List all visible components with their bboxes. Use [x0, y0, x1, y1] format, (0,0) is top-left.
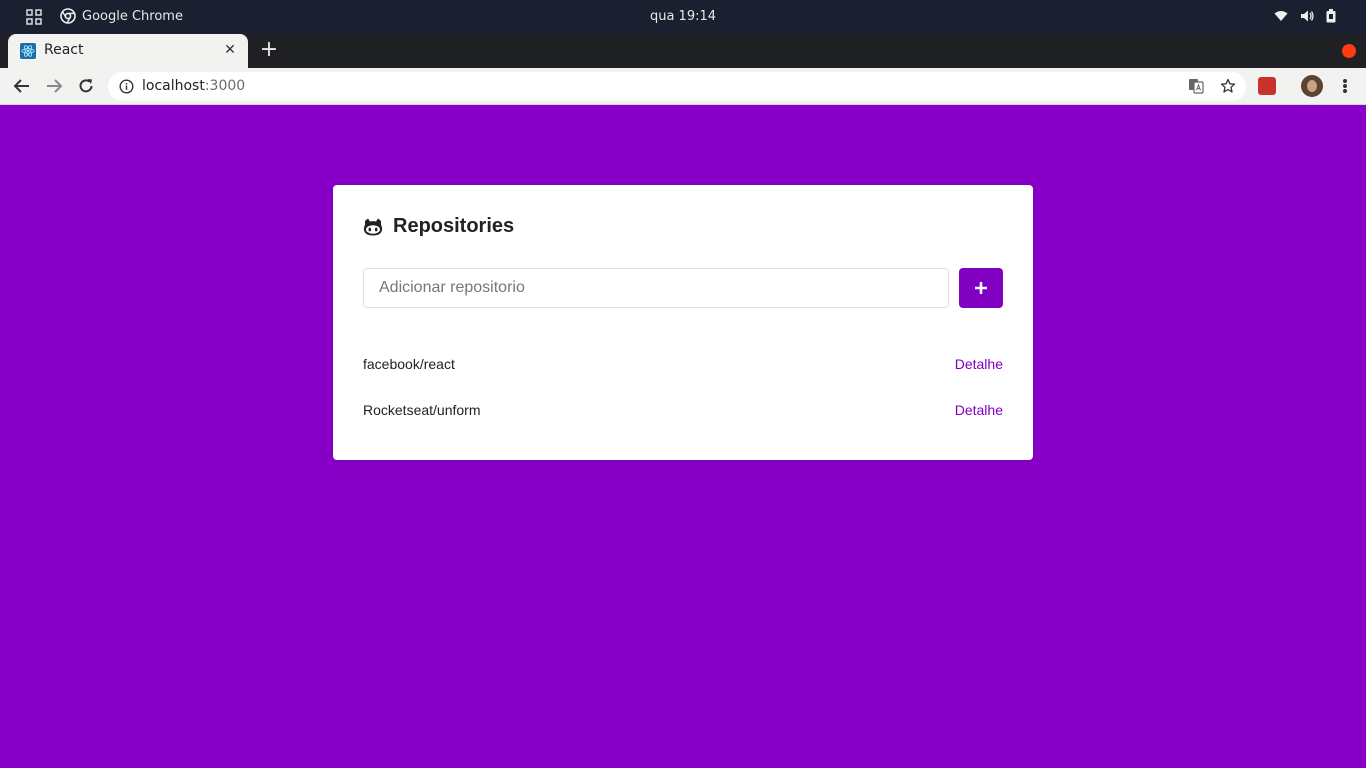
arrow-right-icon: [47, 79, 63, 93]
reload-icon: [79, 79, 93, 93]
extension-icon[interactable]: [1258, 77, 1276, 95]
add-repository-button[interactable]: [959, 268, 1003, 308]
add-repository-input[interactable]: [363, 268, 949, 308]
profile-avatar[interactable]: [1301, 75, 1323, 97]
chrome-icon: [60, 8, 76, 24]
url-host: localhost: [142, 78, 205, 94]
wifi-icon: [1274, 11, 1288, 21]
tab-close-icon[interactable]: ✕: [222, 42, 238, 58]
tab-react[interactable]: React ✕: [8, 34, 248, 68]
system-status-area[interactable]: [1274, 9, 1336, 23]
volume-icon: [1301, 10, 1314, 22]
tab-strip: React ✕ +: [0, 34, 1366, 68]
page-title: Repositories: [393, 215, 515, 237]
plus-icon: [975, 282, 987, 294]
info-icon[interactable]: [119, 79, 134, 94]
url-port: :3000: [204, 78, 246, 94]
repository-name: Rocketseat/unform: [363, 402, 481, 418]
repository-detail-link[interactable]: Detalhe: [955, 356, 1003, 372]
app-name-label: Google Chrome: [82, 8, 183, 24]
react-logo-icon: [20, 43, 36, 59]
app-menu[interactable]: Google Chrome: [60, 8, 183, 24]
repository-detail-link[interactable]: Detalhe: [955, 402, 1003, 418]
recording-indicator-icon: [1342, 44, 1356, 58]
back-button[interactable]: [12, 76, 32, 96]
arrow-left-icon: [13, 79, 29, 93]
system-top-bar: Google Chrome qua 19:14: [0, 0, 1366, 34]
repositories-card: Repositories facebook/react Detalhe Rock…: [333, 185, 1033, 460]
bookmark-star-icon[interactable]: [1220, 78, 1236, 94]
browser-toolbar: localhost:3000: [0, 68, 1366, 105]
activities-grid-icon[interactable]: [26, 9, 42, 25]
address-bar[interactable]: localhost:3000: [108, 72, 1246, 101]
browser-menu-icon[interactable]: [1338, 77, 1352, 95]
tab-title: React: [44, 42, 84, 58]
new-tab-button[interactable]: +: [258, 39, 280, 62]
repository-name: facebook/react: [363, 356, 455, 372]
clock[interactable]: qua 19:14: [650, 9, 716, 24]
translate-icon[interactable]: [1188, 78, 1204, 94]
repository-list: facebook/react Detalhe Rocketseat/unform…: [363, 341, 1003, 433]
list-item: facebook/react Detalhe: [363, 341, 1003, 387]
url-text[interactable]: localhost:3000: [142, 78, 245, 94]
forward-button[interactable]: [44, 76, 64, 96]
reload-button[interactable]: [76, 76, 96, 96]
battery-icon: [1326, 9, 1336, 23]
card-header: Repositories: [363, 215, 514, 238]
github-octocat-icon: [363, 218, 383, 235]
list-item: Rocketseat/unform Detalhe: [363, 387, 1003, 433]
avatar-face: [1307, 80, 1317, 92]
